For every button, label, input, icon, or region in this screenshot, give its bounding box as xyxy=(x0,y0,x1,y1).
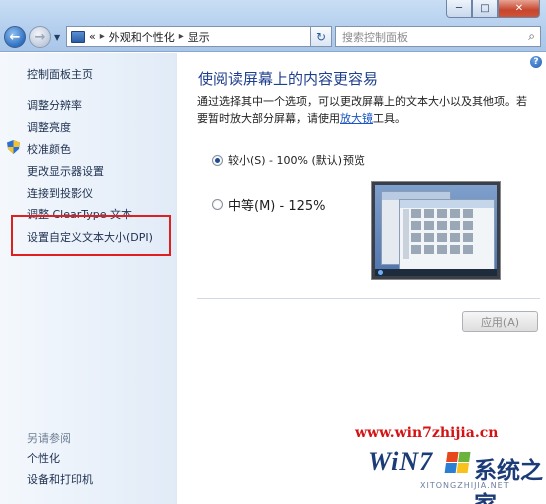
breadcrumb-display[interactable]: 显示 xyxy=(188,29,210,45)
preview-image xyxy=(371,181,501,280)
watermark-sub: XITONGZHIJIA.NET xyxy=(420,481,510,490)
radio-small[interactable] xyxy=(212,154,223,166)
breadcrumb-separator[interactable]: ▸ xyxy=(179,31,184,42)
sidebar-item-personalization[interactable]: 个性化 xyxy=(27,450,60,466)
help-icon[interactable]: ? xyxy=(530,56,542,68)
sidebar-item-connect-projector[interactable]: 连接到投影仪 xyxy=(27,185,93,201)
recent-pages-dropdown[interactable]: ▼ xyxy=(54,33,60,42)
see-also-heading: 另请参阅 xyxy=(27,432,71,445)
option-small-label: 较小(S) - 100% (默认) xyxy=(228,154,343,167)
search-placeholder: 搜索控制面板 xyxy=(342,30,408,44)
preview-taskbar xyxy=(375,269,497,276)
sidebar-item-adjust-brightness[interactable]: 调整亮度 xyxy=(27,119,71,135)
address-bar[interactable]: « ▸ 外观和个性化 ▸ 显示 ▼ xyxy=(66,26,332,47)
radio-medium[interactable] xyxy=(212,199,223,210)
breadcrumb-separator[interactable]: ▸ xyxy=(100,31,105,42)
breadcrumb-appearance[interactable]: 外观和个性化 xyxy=(109,29,175,45)
option-small[interactable]: 较小(S) - 100% (默认) xyxy=(212,152,342,168)
divider xyxy=(197,298,540,299)
option-medium-label: 中等(M) - 125% xyxy=(228,199,326,214)
apply-button[interactable]: 应用(A) xyxy=(462,311,538,332)
minimize-button[interactable]: ─ xyxy=(446,0,472,18)
sidebar: 控制面板主页 调整分辨率 调整亮度 校准颜色 更改显示器设置 连接到投影仪 调整… xyxy=(0,53,177,504)
refresh-button[interactable]: ↻ xyxy=(310,26,332,47)
preview-window-sidebar xyxy=(403,209,409,259)
title-bar: ─ □ ✕ ← → ▼ « ▸ 外观和个性化 ▸ 显示 ▼ ↻ 搜索控制面板 ⌕ xyxy=(0,0,546,52)
sidebar-item-custom-dpi[interactable]: 设置自定义文本大小(DPI) xyxy=(27,229,153,245)
breadcrumb-overflow[interactable]: « xyxy=(89,30,96,43)
option-medium[interactable]: 中等(M) - 125% xyxy=(212,195,325,214)
maximize-button[interactable]: □ xyxy=(472,0,498,18)
close-button[interactable]: ✕ xyxy=(498,0,540,18)
page-title: 使阅读屏幕上的内容更容易 xyxy=(198,70,379,88)
navigation-buttons: ← → ▼ xyxy=(4,24,60,50)
window-controls: ─ □ ✕ xyxy=(446,0,540,18)
sidebar-item-change-display-settings[interactable]: 更改显示器设置 xyxy=(27,163,104,179)
watermark-cn: 系统之家 xyxy=(474,458,543,504)
search-input[interactable]: 搜索控制面板 ⌕ xyxy=(335,26,541,47)
forward-button[interactable]: → xyxy=(29,26,51,48)
sidebar-item-control-panel-home[interactable]: 控制面板主页 xyxy=(27,66,93,82)
search-icon[interactable]: ⌕ xyxy=(528,29,535,44)
page-description: 通过选择其中一个选项，可以更改屏幕上的文本大小以及其他项。若要暂时放大部分屏幕，… xyxy=(197,93,537,127)
magnifier-link[interactable]: 放大镜 xyxy=(340,112,373,125)
sidebar-item-devices-printers[interactable]: 设备和打印机 xyxy=(27,471,93,487)
preview-label: 预览 xyxy=(343,154,365,167)
description-text-end: 工具。 xyxy=(373,112,406,125)
start-orb-icon xyxy=(378,270,383,275)
shield-icon xyxy=(7,140,20,154)
preview-icon-grid xyxy=(411,209,473,254)
control-panel-icon xyxy=(71,30,85,43)
back-button[interactable]: ← xyxy=(4,26,26,48)
windows-flag-icon xyxy=(444,452,471,474)
sidebar-item-adjust-resolution[interactable]: 调整分辨率 xyxy=(27,97,82,113)
watermark-url: www.win7zhijia.cn xyxy=(355,425,499,441)
preview-screen xyxy=(375,185,497,276)
sidebar-item-calibrate-color[interactable]: 校准颜色 xyxy=(27,141,71,157)
watermark-logo: WiN7 xyxy=(368,447,434,476)
